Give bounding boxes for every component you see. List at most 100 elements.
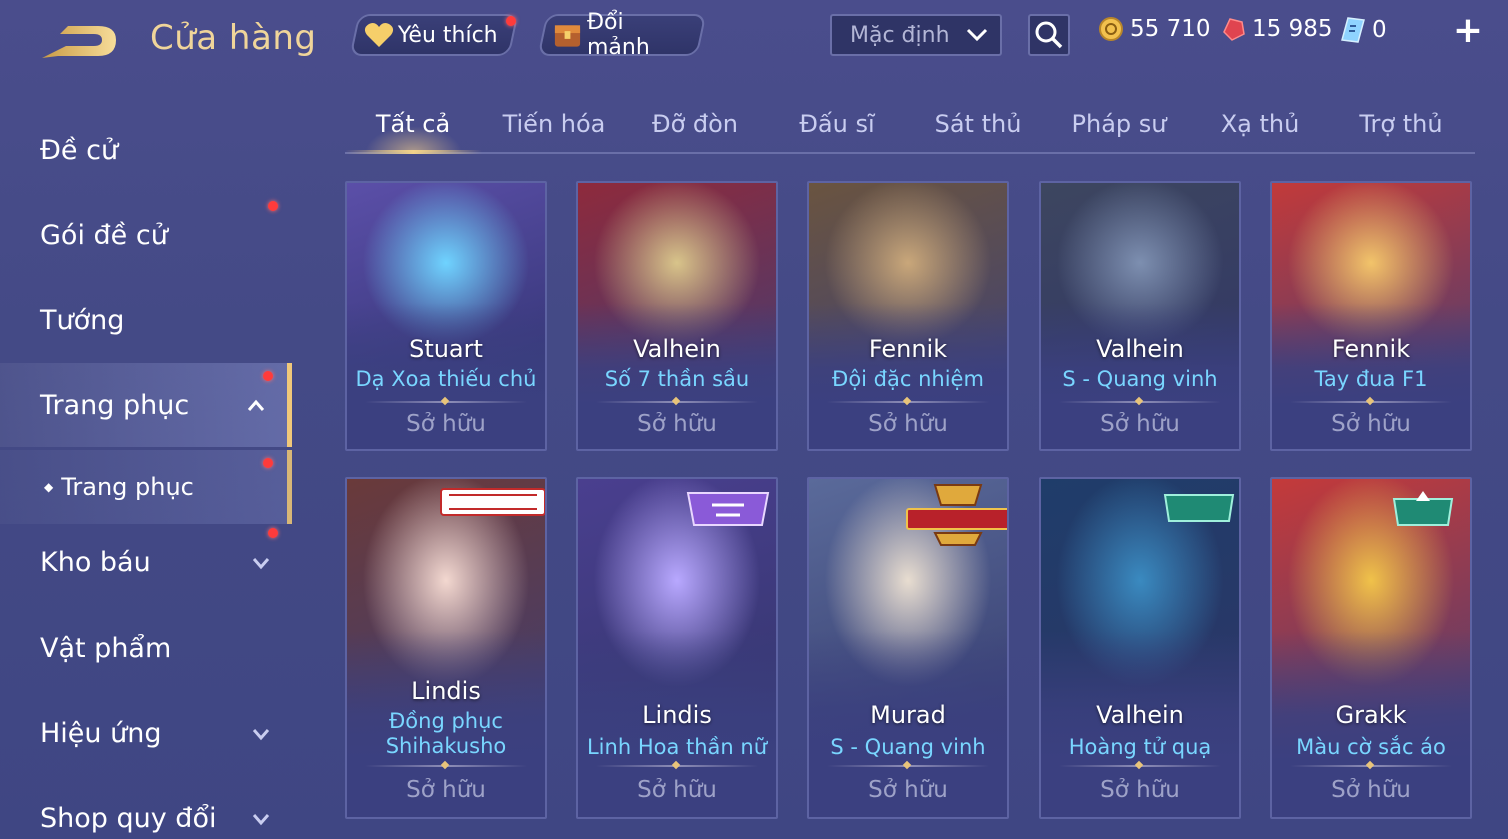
tab-support[interactable]: Trợ thủ xyxy=(1333,110,1469,138)
ruby-currency: 15 985 xyxy=(1220,16,1332,42)
tab-assassin[interactable]: Sát thủ xyxy=(910,110,1046,138)
owned-status: Sở hữu xyxy=(637,411,717,437)
tab-tank[interactable]: Đỡ đòn xyxy=(627,110,763,138)
tab-fighter[interactable]: Đấu sĩ xyxy=(769,110,905,138)
sidebar-item-label: Vật phẩm xyxy=(40,632,172,664)
sidebar-item-heroes[interactable]: Tướng xyxy=(0,278,292,362)
notification-dot xyxy=(263,458,273,468)
skin-name: S - Quang vinh xyxy=(1062,367,1218,391)
hero-name: Valhein xyxy=(633,335,721,363)
sidebar-item-skins[interactable]: Trang phục xyxy=(0,363,292,447)
ruby-icon xyxy=(1223,18,1245,41)
owned-status: Sở hữu xyxy=(868,777,948,803)
sidebar-item-label: Trang phục xyxy=(40,389,190,421)
sidebar-item-label: Tướng xyxy=(40,304,125,336)
sidebar-item-recommended[interactable]: Đề cử xyxy=(0,108,292,192)
tier-a-badge xyxy=(1163,494,1235,522)
skin-card[interactable]: Murad S - Quang vinh Sở hữu xyxy=(807,477,1009,819)
category-tabs: Tất cả Tiến hóa Đỡ đòn Đấu sĩ Sát thủ Ph… xyxy=(345,96,1475,154)
skin-card[interactable]: Valhein Hoàng tử quạ Sở hữu xyxy=(1039,477,1241,819)
bleach-logo-badge xyxy=(440,488,545,516)
skin-name: Màu cờ sắc áo xyxy=(1296,735,1446,759)
skin-name: S - Quang vinh xyxy=(830,735,986,759)
add-currency-button[interactable]: + xyxy=(1450,13,1486,50)
voucher-icon xyxy=(1341,17,1365,43)
card-divider xyxy=(827,765,989,767)
sidebar-item-label: Kho báu xyxy=(40,546,151,578)
notification-dot xyxy=(268,528,278,538)
skin-name: Đồng phục Shihakusho xyxy=(385,709,507,758)
sidebar-item-treasure[interactable]: Kho báu xyxy=(0,520,292,604)
sidebar-item-bundles[interactable]: Gói đề cử xyxy=(0,193,292,277)
card-divider xyxy=(596,401,758,403)
ruby-amount: 15 985 xyxy=(1252,16,1333,42)
gold-coin-icon xyxy=(1099,17,1123,41)
search-button[interactable] xyxy=(1028,14,1070,56)
back-arrow-icon xyxy=(42,26,116,58)
owned-status: Sở hữu xyxy=(1100,411,1180,437)
sort-value: Mặc định xyxy=(850,22,950,48)
skin-card[interactable]: Fennik Tay đua F1 Sở hữu xyxy=(1270,181,1472,451)
chevron-down-icon xyxy=(252,558,270,570)
skin-card[interactable]: Lindis Linh Hoa thần nữ Sở hữu xyxy=(576,477,778,819)
owned-status: Sở hữu xyxy=(1331,411,1411,437)
bullet-icon: ◆ xyxy=(44,480,54,494)
voucher-amount: 0 xyxy=(1372,17,1387,43)
skin-card[interactable]: Lindis Đồng phục Shihakusho Sở hữu xyxy=(345,477,547,819)
sidebar-item-label: Đề cử xyxy=(40,134,119,166)
sidebar: Đề cử Gói đề cử Tướng Trang phục ◆ Trang… xyxy=(0,100,296,839)
skin-name: Số 7 thần sầu xyxy=(604,367,750,391)
card-divider xyxy=(1059,401,1221,403)
exchange-fragments-button[interactable]: Đổi mảnh xyxy=(537,10,707,60)
card-divider xyxy=(1290,765,1452,767)
tab-all[interactable]: Tất cả xyxy=(345,110,481,138)
skin-card[interactable]: Valhein Số 7 thần sầu Sở hữu xyxy=(576,181,778,451)
battle-pass-badge xyxy=(686,492,770,526)
gold-currency: 55 710 xyxy=(1098,16,1210,42)
chevron-down-icon xyxy=(252,814,270,826)
skin-card[interactable]: Valhein S - Quang vinh Sở hữu xyxy=(1039,181,1241,451)
top-bar: Cửa hàng Yêu thích Đổi mảnh Mặc định 55 … xyxy=(0,0,1508,80)
owned-status: Sở hữu xyxy=(406,411,486,437)
sort-dropdown[interactable]: Mặc định xyxy=(830,14,1002,56)
card-divider xyxy=(596,765,758,767)
skin-name: Hoàng tử quạ xyxy=(1068,735,1212,759)
chevron-down-icon xyxy=(252,729,270,741)
heart-icon xyxy=(364,23,394,47)
sidebar-item-exchange-shop[interactable]: Shop quy đổi xyxy=(0,776,292,839)
hero-name: Valhein xyxy=(1096,335,1184,363)
sidebar-item-label: Shop quy đổi xyxy=(40,802,217,834)
hero-name: Stuart xyxy=(409,335,483,363)
owned-status: Sở hữu xyxy=(868,411,948,437)
favorite-button[interactable]: Yêu thích xyxy=(349,14,519,56)
skin-card[interactable]: Grakk Màu cờ sắc áo Sở hữu xyxy=(1270,477,1472,819)
notification-dot xyxy=(263,371,273,381)
skin-name: Linh Hoa thần nữ xyxy=(586,735,768,759)
voucher-currency: 0 xyxy=(1340,16,1387,44)
card-divider xyxy=(365,401,527,403)
notification-dot xyxy=(268,201,278,211)
favorite-label: Yêu thích xyxy=(398,22,498,48)
skin-card[interactable]: Stuart Dạ Xoa thiếu chủ Sở hữu xyxy=(345,181,547,451)
card-divider xyxy=(1059,765,1221,767)
hero-name: Fennik xyxy=(868,335,948,363)
skin-card[interactable]: Fennik Đội đặc nhiệm Sở hữu xyxy=(807,181,1009,451)
tab-evolution[interactable]: Tiến hóa xyxy=(486,110,622,138)
chevron-up-icon xyxy=(247,399,265,411)
sidebar-item-effects[interactable]: Hiệu ứng xyxy=(0,691,292,775)
card-divider xyxy=(365,765,527,767)
tab-mage[interactable]: Pháp sư xyxy=(1051,110,1187,138)
hero-name: Grakk xyxy=(1335,701,1407,729)
search-icon xyxy=(1035,21,1063,49)
back-button[interactable] xyxy=(38,22,120,62)
limited-a-badge xyxy=(1392,491,1454,526)
sidebar-item-items[interactable]: Vật phẩm xyxy=(0,606,292,690)
skin-name: Tay đua F1 xyxy=(1314,367,1428,391)
page-title: Cửa hàng xyxy=(150,18,317,58)
tab-marksman[interactable]: Xạ thủ xyxy=(1192,110,1328,138)
owned-status: Sở hữu xyxy=(406,777,486,803)
hero-name: Fennik xyxy=(1331,335,1411,363)
skin-name: Dạ Xoa thiếu chủ xyxy=(355,367,537,391)
sidebar-subitem-skins[interactable]: ◆ Trang phục xyxy=(0,450,292,524)
chevron-down-icon xyxy=(966,28,988,42)
